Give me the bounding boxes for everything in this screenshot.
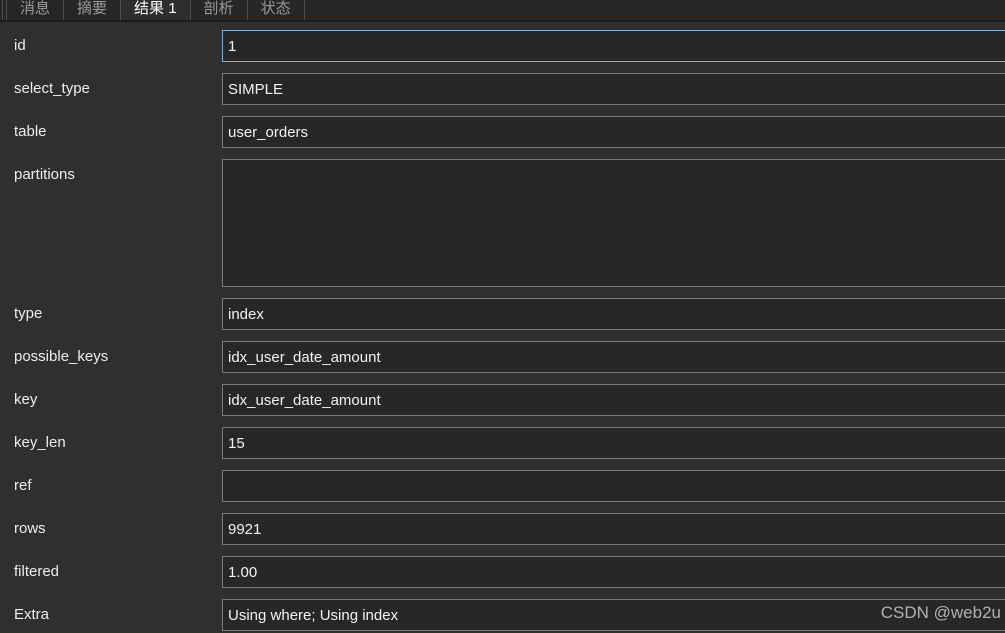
field-value-box[interactable]: 1 [222, 30, 1005, 62]
field-value-box[interactable]: 1.00 [222, 556, 1005, 588]
field-value: SIMPLE [228, 81, 283, 98]
tab-label: 摘要 [77, 0, 107, 18]
tab-label: 消息 [20, 0, 50, 18]
field-value: Using where; Using index [228, 607, 398, 624]
field-row-possible_keys: possible_keys idx_user_date_amount [14, 341, 1005, 373]
field-value: idx_user_date_amount [228, 349, 381, 366]
field-label: rows [14, 513, 222, 537]
field-row-Extra: Extra Using where; Using index [14, 599, 1005, 631]
field-label: ref [14, 470, 222, 494]
field-row-rows: rows 9921 [14, 513, 1005, 545]
field-value: 1 [228, 38, 236, 55]
field-row-filtered: filtered 1.00 [14, 556, 1005, 588]
field-row-table: table user_orders [14, 116, 1005, 148]
tab-label: 结果 1 [134, 0, 177, 18]
tab-5[interactable]: 状态 [247, 0, 305, 20]
field-label: type [14, 298, 222, 322]
field-value: user_orders [228, 124, 308, 141]
field-value-box[interactable]: SIMPLE [222, 73, 1005, 105]
field-row-partitions: partitions [14, 159, 1005, 287]
field-value: idx_user_date_amount [228, 392, 381, 409]
field-label: partitions [14, 159, 222, 183]
field-value: 9921 [228, 521, 261, 538]
field-row-id: id 1 [14, 30, 1005, 62]
field-value-box[interactable] [222, 470, 1005, 502]
field-row-type: type index [14, 298, 1005, 330]
field-value-box[interactable]: Using where; Using index [222, 599, 1005, 631]
field-row-select_type: select_type SIMPLE [14, 73, 1005, 105]
field-label: table [14, 116, 222, 140]
field-row-key: key idx_user_date_amount [14, 384, 1005, 416]
tab-1[interactable]: 消息 [6, 0, 64, 20]
field-value-box[interactable] [222, 159, 1005, 287]
tab-label: 状态 [261, 0, 291, 18]
field-value-box[interactable]: user_orders [222, 116, 1005, 148]
field-label: filtered [14, 556, 222, 580]
tab-3[interactable]: 结果 1 [120, 0, 191, 20]
field-label: key_len [14, 427, 222, 451]
tab-label: 剖析 [204, 0, 234, 18]
tab-4[interactable]: 剖析 [190, 0, 248, 20]
field-value-box[interactable]: 9921 [222, 513, 1005, 545]
field-value: index [228, 306, 264, 323]
field-value: 15 [228, 435, 245, 452]
field-label: key [14, 384, 222, 408]
field-value: 1.00 [228, 564, 257, 581]
field-row-key_len: key_len 15 [14, 427, 1005, 459]
field-value-box[interactable]: 15 [222, 427, 1005, 459]
field-value-box[interactable]: index [222, 298, 1005, 330]
field-label: Extra [14, 599, 222, 623]
field-label: id [14, 30, 222, 54]
field-label: select_type [14, 73, 222, 97]
field-value-box[interactable]: idx_user_date_amount [222, 384, 1005, 416]
tab-2[interactable]: 摘要 [63, 0, 121, 20]
explain-result-panel: 消息 摘要 结果 1 剖析 状态 id 1 select_type SIMPLE… [0, 0, 1005, 633]
field-row-ref: ref [14, 470, 1005, 502]
field-list: id 1 select_type SIMPLE table user_order… [0, 22, 1005, 631]
field-value-box[interactable]: idx_user_date_amount [222, 341, 1005, 373]
tab-bar: 消息 摘要 结果 1 剖析 状态 [0, 0, 1005, 22]
field-label: possible_keys [14, 341, 222, 365]
